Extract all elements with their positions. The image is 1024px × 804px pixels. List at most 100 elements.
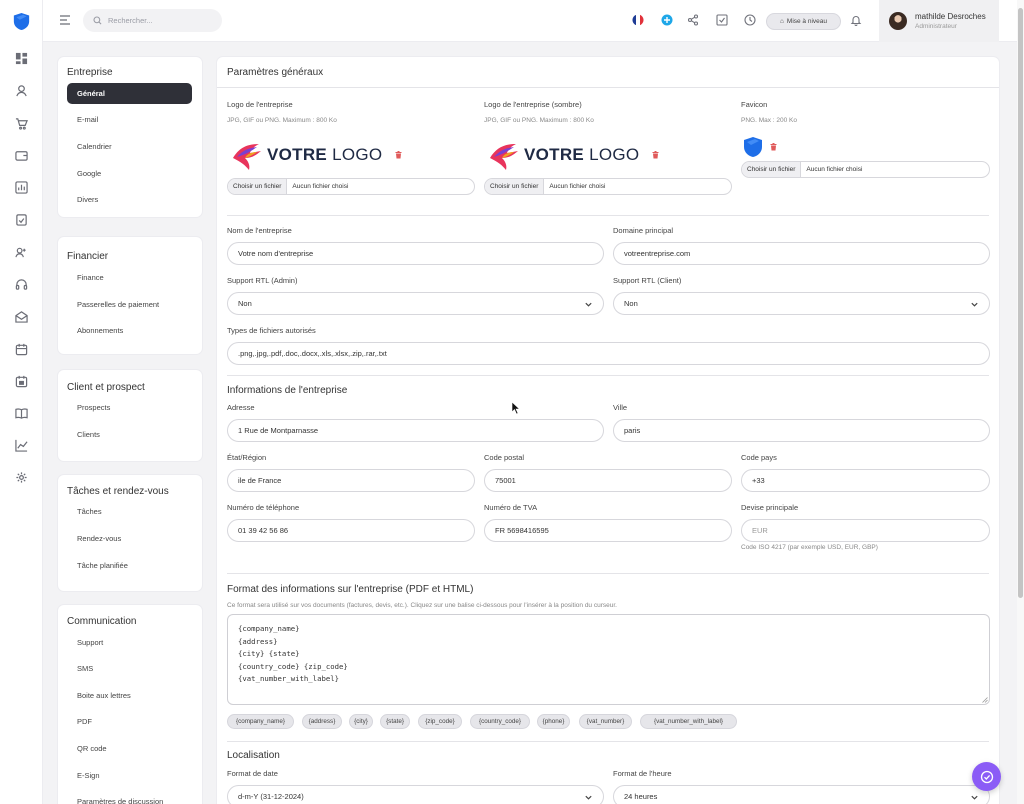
mail-open-icon[interactable]	[14, 309, 29, 324]
top-bar: Rechercher... ⌂ Mise à niveau mathilde De…	[43, 0, 1017, 42]
nav-item-payment-gateways[interactable]: Passerelles de paiement	[67, 294, 192, 315]
nav-item-misc[interactable]: Divers	[67, 189, 192, 210]
nav-item-appointments[interactable]: Rendez-vous	[67, 528, 192, 549]
logo-text-light: LOGO	[589, 145, 640, 164]
nav-item-mailbox[interactable]: Boite aux lettres	[67, 685, 192, 706]
nav-item-general[interactable]: Général	[67, 83, 192, 104]
nav-item-support[interactable]: Support	[67, 632, 192, 653]
nav-item-finance[interactable]: Finance	[67, 267, 192, 288]
chat-fab-button[interactable]	[972, 762, 1001, 791]
nav-item-sms[interactable]: SMS	[67, 658, 192, 679]
cart-icon[interactable]	[14, 116, 29, 131]
nav-group-title: Tâches et rendez-vous	[67, 486, 169, 497]
page-title: Paramètres généraux	[227, 67, 324, 78]
nav-item-subscriptions[interactable]: Abonnements	[67, 320, 192, 341]
book-icon[interactable]	[14, 406, 29, 421]
nav-group-title: Client et prospect	[67, 382, 145, 393]
nav-item-email[interactable]: E-mail	[67, 109, 192, 130]
tag-company-name[interactable]: {company_name}	[227, 714, 294, 729]
nav-item-calendar[interactable]: Calendrier	[67, 136, 192, 157]
company-logo-dark-preview: VOTRE LOGO	[488, 138, 639, 172]
nav-item-esign[interactable]: E-Sign	[67, 765, 192, 786]
delete-logo-icon[interactable]	[395, 151, 402, 159]
localisation-title: Localisation	[227, 750, 280, 761]
choose-file-button[interactable]: Choisir un fichier	[742, 162, 802, 177]
state-input[interactable]: ile de France	[227, 469, 475, 492]
nav-item-google[interactable]: Google	[67, 163, 192, 184]
rtl-admin-value: Non	[238, 299, 252, 308]
main-domain-input[interactable]: votreentreprise.com	[613, 242, 990, 265]
plus-circle-icon[interactable]	[660, 13, 674, 27]
rtl-admin-select[interactable]: Non	[227, 292, 604, 315]
date-format-value: d-m-Y (31-12-2024)	[238, 792, 304, 801]
dashboard-icon[interactable]	[14, 51, 29, 66]
headset-icon[interactable]	[14, 277, 29, 292]
tag-state[interactable]: {state}	[380, 714, 410, 729]
bell-icon[interactable]	[849, 13, 863, 27]
page-scrollbar[interactable]	[1017, 0, 1024, 804]
search-input[interactable]: Rechercher...	[83, 9, 222, 32]
currency-label: Devise principale	[741, 503, 799, 512]
menu-toggle-icon[interactable]	[58, 13, 72, 27]
rtl-client-select[interactable]: Non	[613, 292, 990, 315]
bird-logo-icon	[233, 144, 261, 170]
tag-address[interactable]: {address}	[302, 714, 342, 729]
favicon-file-input[interactable]: Choisir un fichier Aucun fichier choisi	[741, 161, 990, 178]
company-logo-file-input[interactable]: Choisir un fichier Aucun fichier choisi	[227, 178, 475, 195]
chart-box-icon[interactable]	[14, 180, 29, 195]
favicon-hint: PNG. Max : 200 Ko	[741, 117, 797, 124]
phone-input[interactable]: 01 39 42 56 86	[227, 519, 475, 542]
tag-vat-number-with-label[interactable]: {vat_number_with_label}	[640, 714, 737, 729]
vat-input[interactable]: FR 5698416595	[484, 519, 732, 542]
line-chart-icon[interactable]	[14, 438, 29, 453]
resize-handle-icon[interactable]	[982, 697, 988, 703]
tag-phone[interactable]: {phone}	[537, 714, 570, 729]
user-icon[interactable]	[14, 83, 29, 98]
clock-icon[interactable]	[743, 13, 757, 27]
nav-item-chat-settings[interactable]: Paramètres de discussion	[67, 791, 192, 804]
company-format-textarea[interactable]: {company_name} {address} {city} {state} …	[227, 614, 990, 705]
city-input[interactable]: paris	[613, 419, 990, 442]
divider	[227, 215, 989, 216]
user-menu[interactable]: mathilde Desroches Administrateur	[879, 0, 999, 42]
delete-logo-dark-icon[interactable]	[652, 151, 659, 159]
date-format-select[interactable]: d-m-Y (31-12-2024)	[227, 785, 604, 804]
time-format-select[interactable]: 24 heures	[613, 785, 990, 804]
address-input[interactable]: 1 Rue de Montparnasse	[227, 419, 604, 442]
time-format-value: 24 heures	[624, 792, 658, 801]
choose-file-button[interactable]: Choisir un fichier	[228, 179, 288, 194]
nav-item-qr-code[interactable]: QR code	[67, 738, 192, 759]
clipboard-check-icon[interactable]	[14, 212, 29, 227]
company-logo-dark-file-input[interactable]: Choisir un fichier Aucun fichier choisi	[484, 178, 732, 195]
upgrade-button[interactable]: ⌂ Mise à niveau	[766, 13, 841, 30]
nav-item-prospects[interactable]: Prospects	[67, 397, 192, 418]
file-types-input[interactable]: .png,.jpg,.pdf,.doc,.docx,.xls,.xlsx,.zi…	[227, 342, 990, 365]
tag-zip-code[interactable]: {zip_code}	[418, 714, 462, 729]
check-square-icon[interactable]	[715, 13, 729, 27]
country-code-input[interactable]: +33	[741, 469, 990, 492]
calendar-check-icon[interactable]	[14, 374, 29, 389]
avatar	[889, 12, 907, 30]
wallet-icon[interactable]	[14, 148, 29, 163]
share-icon[interactable]	[686, 13, 700, 27]
nav-item-pdf[interactable]: PDF	[67, 711, 192, 732]
nav-item-clients[interactable]: Clients	[67, 424, 192, 445]
user-role: Administrateur	[915, 23, 957, 30]
scrollbar-thumb[interactable]	[1018, 8, 1023, 598]
tag-country-code[interactable]: {country_code}	[470, 714, 530, 729]
zip-input[interactable]: 75001	[484, 469, 732, 492]
company-name-input[interactable]: Votre nom d'entreprise	[227, 242, 604, 265]
logo-text-bold: VOTRE	[267, 145, 328, 164]
calendar-icon[interactable]	[14, 342, 29, 357]
choose-file-button[interactable]: Choisir un fichier	[485, 179, 545, 194]
delete-favicon-icon[interactable]	[770, 143, 777, 151]
currency-input[interactable]: EUR	[741, 519, 990, 542]
users-icon[interactable]	[14, 245, 29, 260]
shield-logo-icon[interactable]	[13, 12, 30, 31]
gear-icon[interactable]	[14, 470, 29, 485]
nav-item-scheduled-task[interactable]: Tâche planifiée	[67, 555, 192, 576]
nav-item-tasks[interactable]: Tâches	[67, 501, 192, 522]
flag-fr-icon[interactable]	[631, 13, 645, 27]
tag-vat-number[interactable]: {vat_number}	[579, 714, 632, 729]
tag-city[interactable]: {city}	[349, 714, 373, 729]
